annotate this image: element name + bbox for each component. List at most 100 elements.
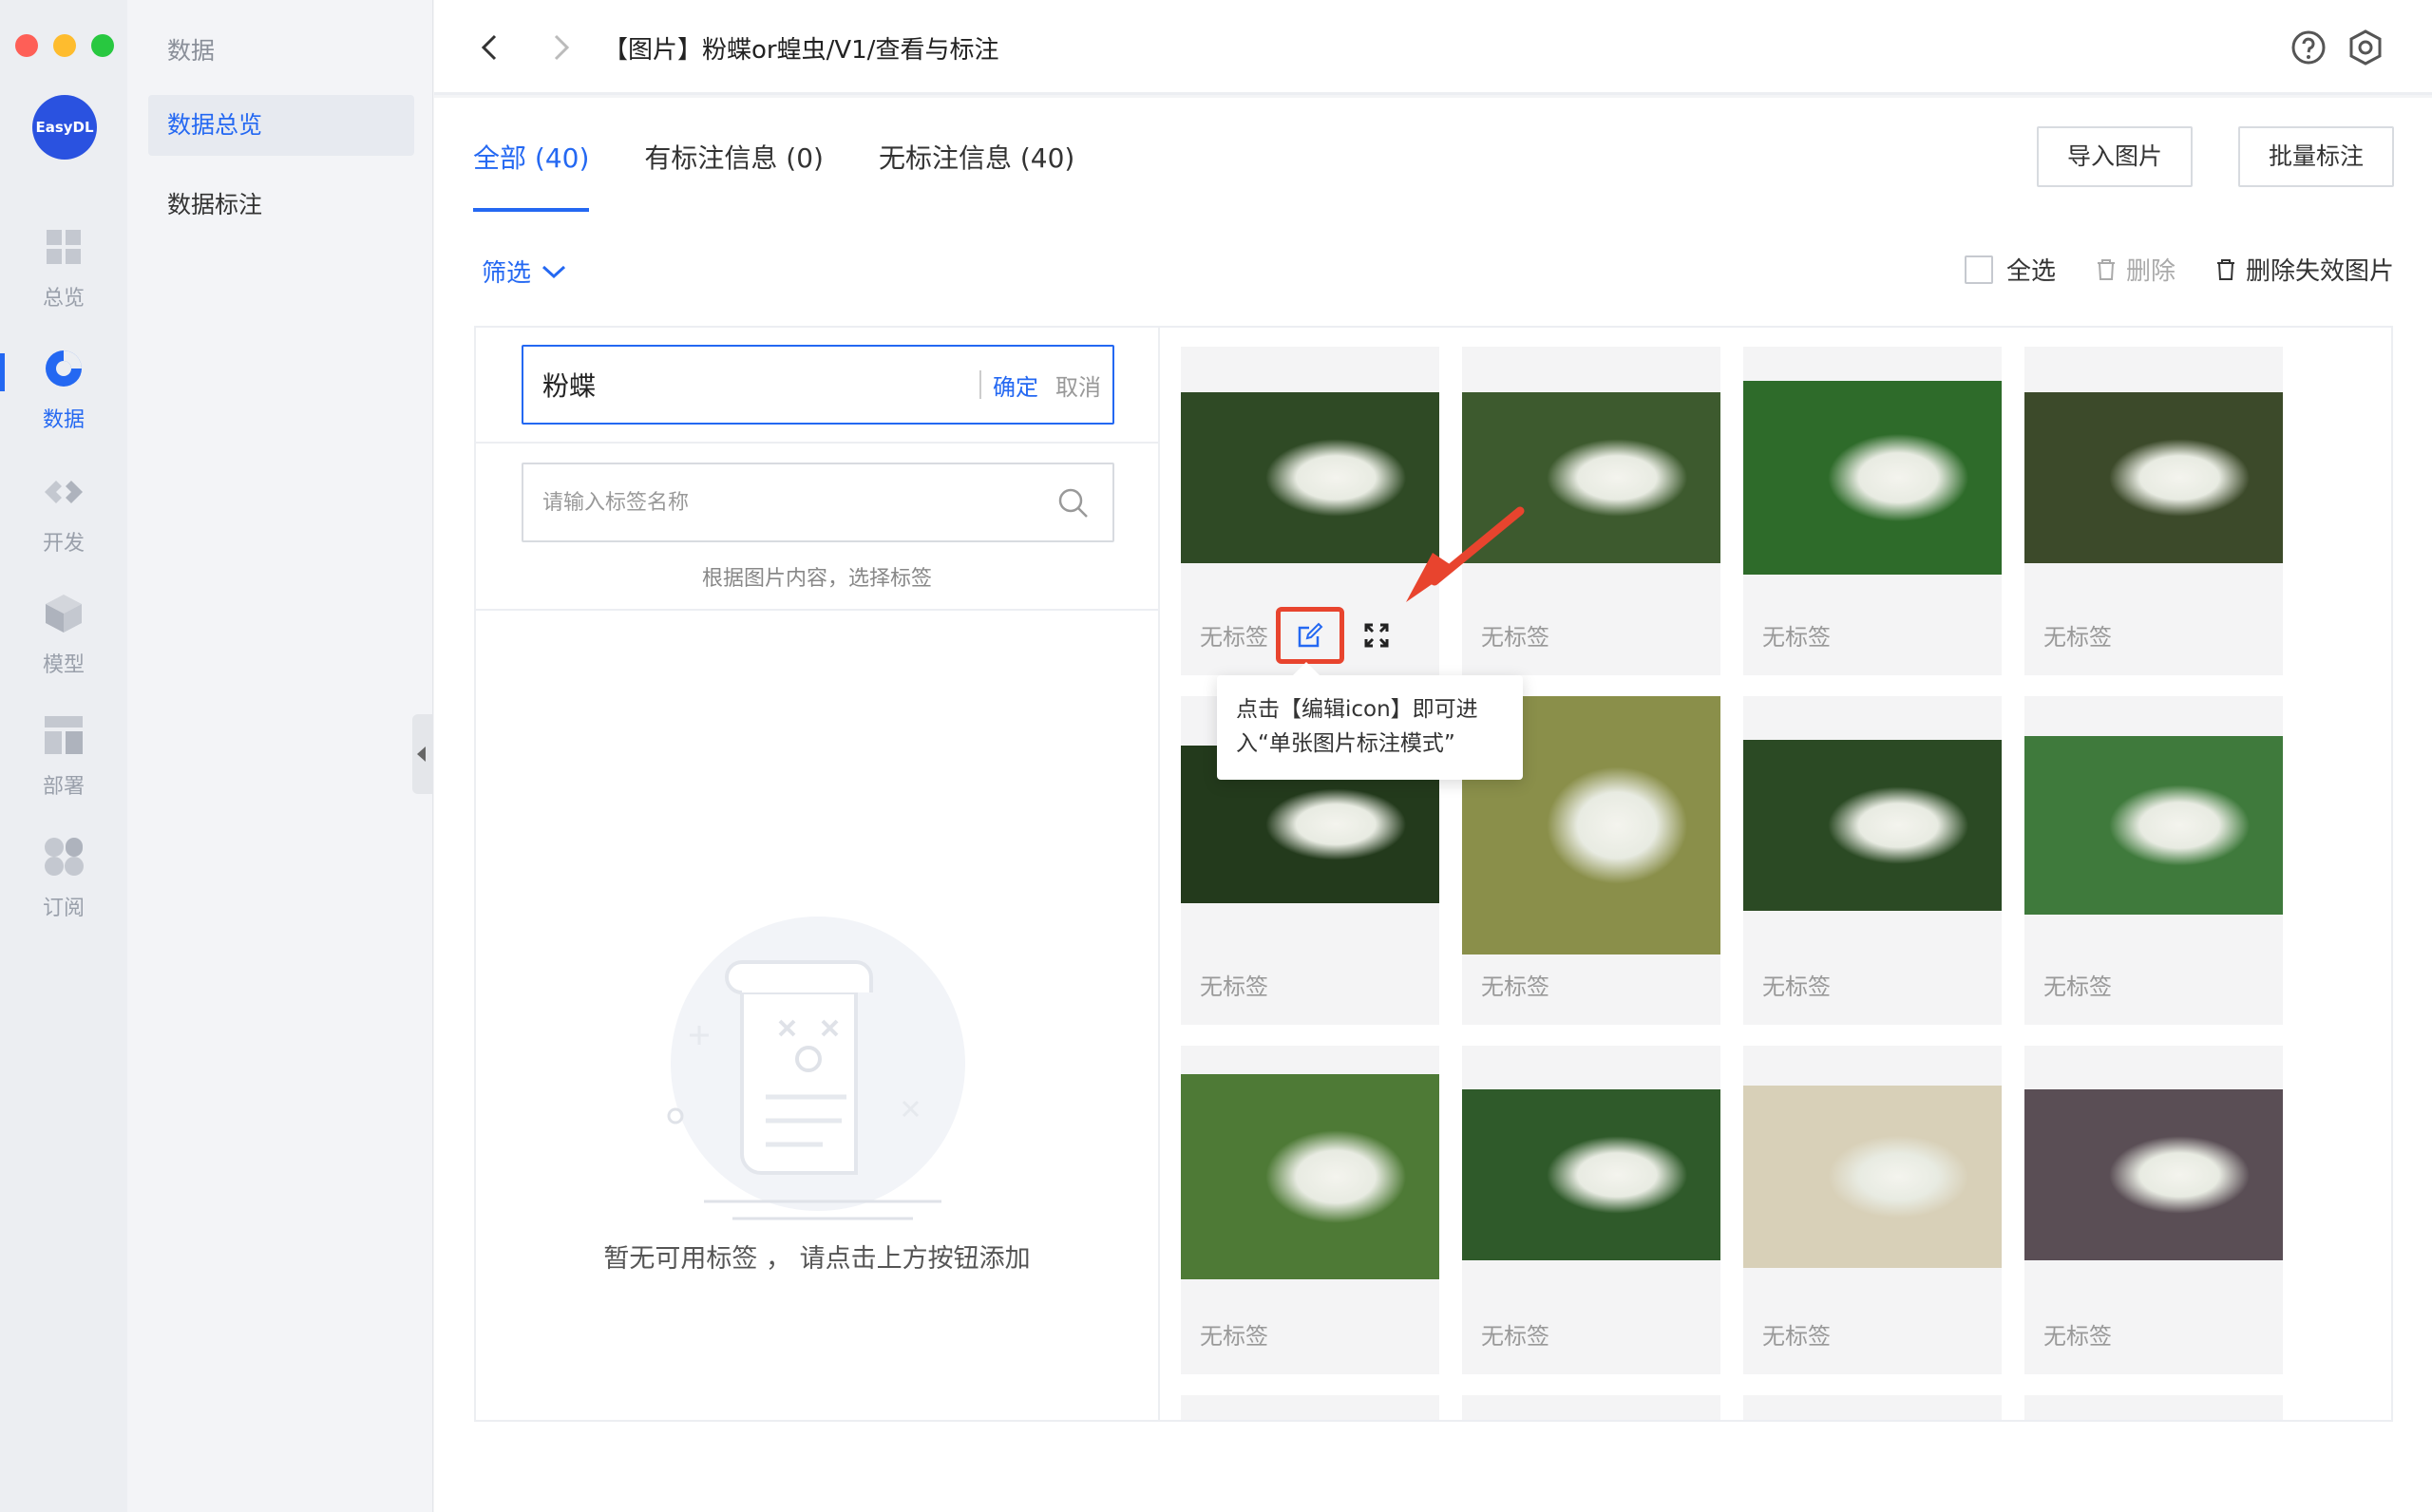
sidebar-collapse-handle[interactable] <box>412 714 433 794</box>
rail-label: 模型 <box>42 653 85 677</box>
image-card[interactable]: 无标签 <box>1743 347 2002 675</box>
rail-item-deploy[interactable]: 部署 <box>0 714 127 819</box>
image-label: 无标签 <box>1762 624 1831 651</box>
image-card[interactable]: 无标签 <box>2024 347 2283 675</box>
image-card[interactable]: 无标签 <box>1743 1046 2002 1374</box>
image-card[interactable]: 无标签 <box>1181 1046 1439 1374</box>
rail-label: 订阅 <box>42 897 85 920</box>
image-card[interactable] <box>2024 1395 2283 1420</box>
select-all-checkbox[interactable]: 全选 <box>1964 252 2056 287</box>
sidebar-item-data-overview[interactable]: 数据总览 <box>148 95 414 156</box>
sidebar-item-data-annotation[interactable]: 数据标注 <box>148 175 414 236</box>
delete-invalid-button[interactable]: 删除失效图片 <box>2214 252 2394 287</box>
image-label: 无标签 <box>2043 973 2112 1000</box>
annotation-arrow-icon <box>1406 506 1525 602</box>
rail-label: 数据 <box>42 408 85 432</box>
label-edit-value[interactable]: 粉蝶 <box>542 366 979 404</box>
forward-arrow-icon[interactable] <box>541 28 579 66</box>
zoom-window-button[interactable] <box>91 34 114 57</box>
divider <box>979 370 981 399</box>
import-images-button[interactable]: 导入图片 <box>2036 126 2193 187</box>
filter-toggle[interactable]: 筛选 <box>482 254 567 289</box>
image-label: 无标签 <box>1762 1323 1831 1350</box>
image-card[interactable]: 无标签 <box>1462 1046 1720 1374</box>
divider <box>476 609 1158 611</box>
tooltip-line: 入“单张图片标注模式” <box>1236 731 1455 756</box>
rail-label: 总览 <box>42 287 85 311</box>
butterfly-photo[interactable] <box>2024 736 2283 915</box>
image-label: 无标签 <box>1200 973 1268 1000</box>
label-search-box <box>522 463 1114 542</box>
image-label: 无标签 <box>1481 1323 1549 1350</box>
tab-bar: 全部 (40) 有标注信息 (0) 无标注信息 (40) <box>473 138 1130 212</box>
butterfly-photo[interactable] <box>2024 1089 2283 1260</box>
label-panel: 粉蝶 确定 取消 根据图片内容，选择标签 <box>476 328 1160 1420</box>
edit-tooltip: 点击【编辑icon】即可进 入“单张图片标注模式” <box>1217 662 1523 780</box>
window-controls <box>15 34 114 57</box>
rail-label: 部署 <box>42 775 85 799</box>
butterfly-photo[interactable] <box>1743 740 2002 911</box>
tab-unannotated[interactable]: 无标注信息 (40) <box>879 138 1074 212</box>
image-label: 无标签 <box>2043 624 2112 651</box>
back-arrow-icon[interactable] <box>472 28 510 66</box>
rail-item-model[interactable]: 模型 <box>0 593 127 697</box>
secondary-sidebar: 数据 数据总览 数据标注 <box>127 0 433 1512</box>
tab-annotated[interactable]: 有标注信息 (0) <box>644 138 824 212</box>
empty-state-text: 暂无可用标签 ， 请点击上方按钮添加 <box>603 1244 1031 1274</box>
image-card[interactable]: 无标签 <box>1743 696 2002 1025</box>
confirm-button[interactable]: 确定 <box>993 369 1038 402</box>
label-search-input[interactable] <box>542 483 1055 521</box>
easydl-logo: EasyDL <box>32 95 97 160</box>
rail-item-data[interactable]: 数据 <box>0 348 127 452</box>
image-card[interactable] <box>1462 1395 1720 1420</box>
image-label: 无标签 <box>1481 624 1549 651</box>
select-all-label: 全选 <box>2005 257 2056 286</box>
edit-icon[interactable] <box>1297 622 1323 649</box>
trash-icon <box>2097 258 2115 280</box>
minimize-window-button[interactable] <box>53 34 76 57</box>
pie-chart-icon <box>46 350 82 387</box>
image-card[interactable]: 无标签 <box>2024 696 2283 1025</box>
search-icon[interactable] <box>1057 487 1090 520</box>
image-card[interactable] <box>1181 1395 1439 1420</box>
butterfly-photo[interactable] <box>1181 1074 1439 1279</box>
butterfly-photo[interactable] <box>1743 1086 2002 1268</box>
rail-item-subscribe[interactable]: 订阅 <box>0 836 127 940</box>
divider <box>476 442 1158 444</box>
cancel-button[interactable]: 取消 <box>1055 369 1101 402</box>
butterfly-photo[interactable] <box>1462 1089 1720 1260</box>
trash-icon <box>2216 258 2234 280</box>
delete-button[interactable]: 删除 <box>2094 252 2176 287</box>
image-label: 无标签 <box>1200 624 1268 651</box>
butterfly-photo[interactable] <box>2024 392 2283 563</box>
image-card[interactable]: 无标签 <box>2024 1046 2283 1374</box>
label-hint: 根据图片内容，选择标签 <box>701 567 932 591</box>
tooltip-line: 点击【编辑icon】即可进 <box>1236 697 1478 722</box>
content-panel: 粉蝶 确定 取消 根据图片内容，选择标签 <box>474 326 2393 1422</box>
delete-label: 删除 <box>2125 257 2176 286</box>
batch-annotate-button[interactable]: 批量标注 <box>2237 126 2394 187</box>
rail-item-develop[interactable]: 开发 <box>0 471 127 576</box>
image-label: 无标签 <box>1200 1323 1268 1350</box>
main-content: 全部 (40) 有标注信息 (0) 无标注信息 (40) 导入图片 批量标注 筛… <box>434 98 2432 1512</box>
image-label: 无标签 <box>2043 1323 2112 1350</box>
breadcrumb: 【图片】粉蝶or蝗虫/V1/查看与标注 <box>603 36 999 65</box>
label-edit-field[interactable]: 粉蝶 确定 取消 <box>522 345 1114 425</box>
rail-item-overview[interactable]: 总览 <box>0 226 127 331</box>
empty-state-illustration <box>667 917 965 1220</box>
rail-label: 开发 <box>42 532 85 556</box>
help-icon[interactable] <box>2290 28 2328 66</box>
expand-icon[interactable] <box>1363 622 1390 649</box>
grid-icon <box>47 230 81 264</box>
image-card[interactable] <box>1743 1395 2002 1420</box>
apps-icon <box>45 838 84 876</box>
close-window-button[interactable] <box>15 34 38 57</box>
selection-toolbar: 全选 删除 删除失效图片 <box>1927 252 2394 287</box>
butterfly-photo[interactable] <box>1743 381 2002 575</box>
tab-all[interactable]: 全部 (40) <box>473 138 590 212</box>
image-label: 无标签 <box>1481 973 1549 1000</box>
settings-icon[interactable] <box>2346 28 2384 66</box>
top-bar: 【图片】粉蝶or蝗虫/V1/查看与标注 <box>434 0 2432 95</box>
code-icon <box>45 481 83 503</box>
delete-invalid-label: 删除失效图片 <box>2245 257 2394 286</box>
